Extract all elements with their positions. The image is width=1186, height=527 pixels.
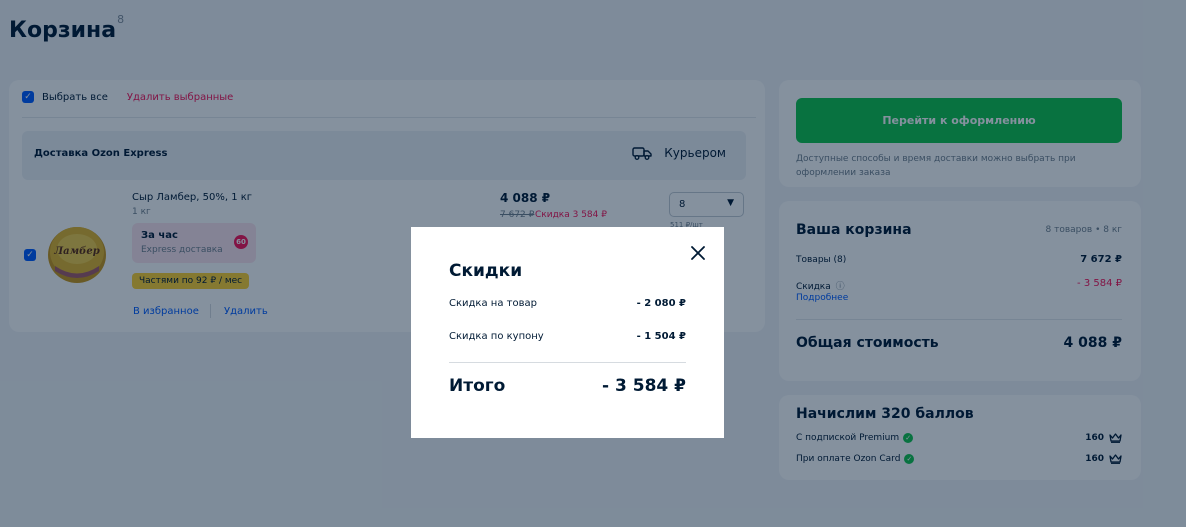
- modal-row-label: Скидка на товар: [449, 298, 537, 309]
- modal-total-label: Итого: [449, 376, 506, 396]
- modal-row-label: Скидка по купону: [449, 331, 544, 342]
- modal-row-value: - 1 504 ₽: [636, 331, 686, 342]
- modal-row-value: - 2 080 ₽: [636, 298, 686, 309]
- modal-total-value: - 3 584 ₽: [602, 376, 686, 396]
- discounts-modal: Скидки Скидка на товар - 2 080 ₽ Скидка …: [411, 227, 724, 438]
- close-icon[interactable]: [689, 244, 707, 262]
- divider: [449, 362, 686, 363]
- modal-title: Скидки: [449, 261, 523, 281]
